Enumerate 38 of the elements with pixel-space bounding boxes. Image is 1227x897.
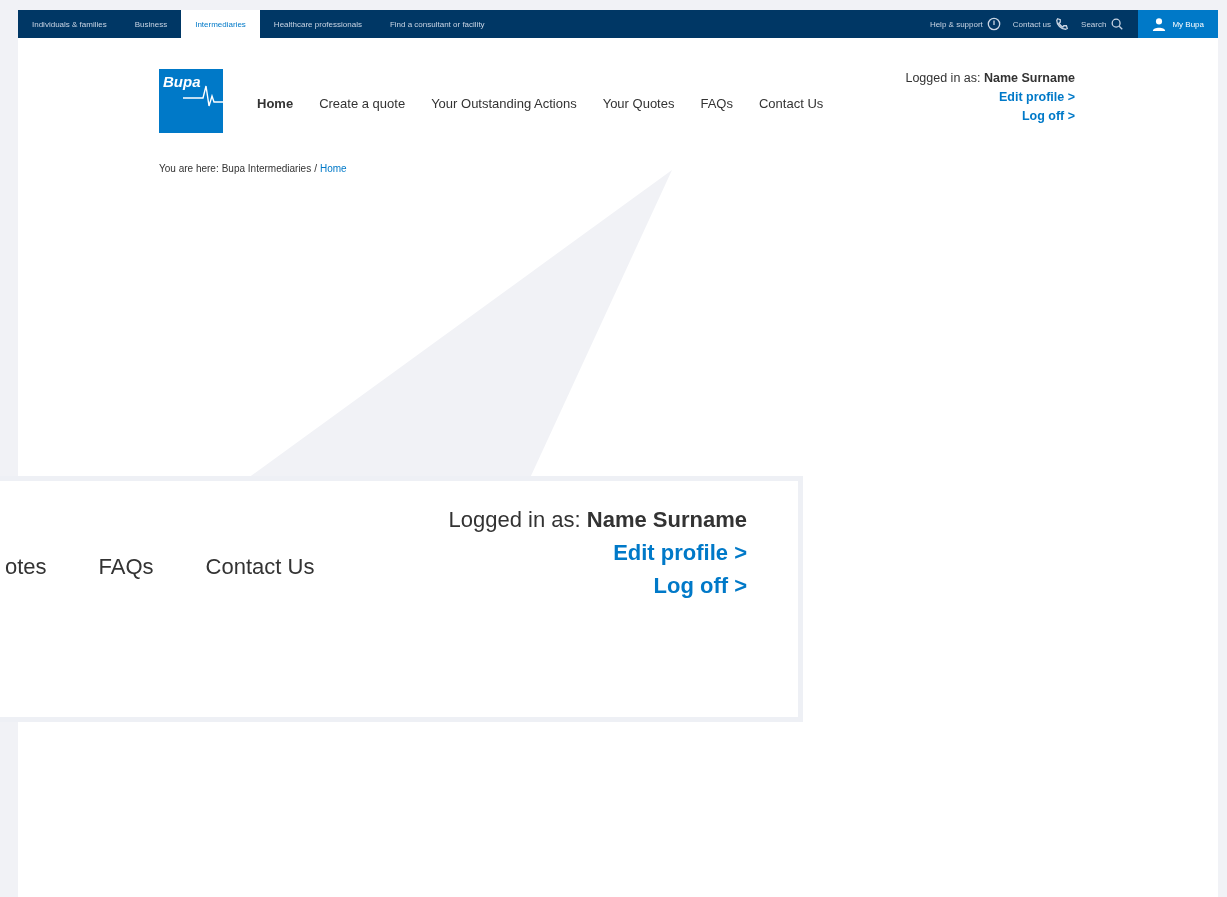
logged-in-text: Logged in as: Name Surname xyxy=(448,507,747,533)
phone-icon xyxy=(1055,17,1070,31)
nav-link[interactable]: Contact Us xyxy=(758,96,824,111)
top-tab[interactable]: Intermediaries xyxy=(181,10,260,38)
account-label: My Bupa xyxy=(1172,19,1204,29)
top-tab[interactable]: Find a consultant or facility xyxy=(375,10,499,38)
utility-label: Search xyxy=(1081,19,1107,29)
account-button[interactable]: My Bupa xyxy=(1138,10,1218,38)
utility-link[interactable]: Search xyxy=(1075,10,1131,38)
utility-label: Help & support xyxy=(929,19,983,29)
top-tab[interactable]: Business xyxy=(120,10,182,38)
logo-text: Bupa xyxy=(163,73,201,90)
help-icon xyxy=(986,17,1001,31)
nav-link[interactable]: otes xyxy=(5,554,47,580)
nav-link[interactable]: Home xyxy=(257,96,294,111)
utility-link[interactable]: Help & support xyxy=(923,10,1007,38)
account-link[interactable]: Edit profile > xyxy=(998,90,1075,104)
logo[interactable]: Bupa xyxy=(159,69,223,133)
breadcrumb-link[interactable]: Home xyxy=(319,163,347,174)
account-link[interactable]: Log off > xyxy=(1021,109,1075,123)
top-tab[interactable]: Individuals & families xyxy=(18,10,121,38)
nav-link[interactable]: Your Quotes xyxy=(602,96,675,111)
breadcrumb-prefix: You are here: xyxy=(159,163,219,174)
utility-link[interactable]: Contact us xyxy=(1006,10,1076,38)
user-icon xyxy=(1152,17,1167,31)
logged-in-text: Logged in as: Name Surname xyxy=(905,71,1075,85)
utility-label: Contact us xyxy=(1012,19,1052,29)
account-link[interactable]: Edit profile > xyxy=(613,540,747,566)
nav-link[interactable]: FAQs xyxy=(700,96,733,111)
nav-link[interactable]: FAQs xyxy=(98,554,154,580)
breadcrumb-separator: / xyxy=(314,163,317,174)
nav-link[interactable]: Contact Us xyxy=(205,554,315,580)
account-link[interactable]: Log off > xyxy=(653,573,747,599)
nav-link[interactable]: Create a quote xyxy=(319,96,406,111)
search-icon xyxy=(1110,17,1125,31)
breadcrumb-link[interactable]: Bupa Intermediaries xyxy=(221,163,312,174)
top-tab[interactable]: Healthcare professionals xyxy=(259,10,376,38)
nav-link[interactable]: Your Outstanding Actions xyxy=(431,96,577,111)
